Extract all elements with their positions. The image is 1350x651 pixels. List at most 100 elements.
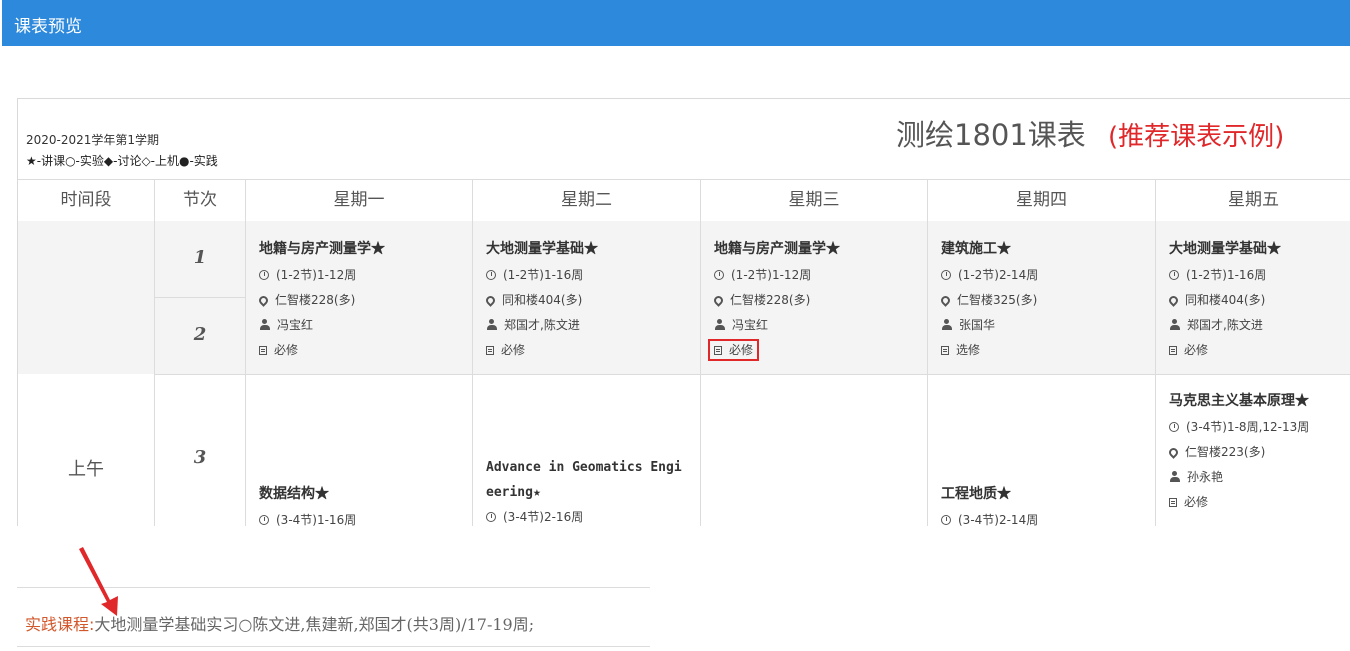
- window-title: 课表预览: [14, 17, 82, 37]
- course-time: (1-2节)1-12周: [276, 268, 357, 282]
- page-subtitle: (推荐课表示例): [1108, 122, 1285, 152]
- section-number: 2: [193, 324, 207, 345]
- course-name: 工程地质★: [941, 486, 1011, 502]
- user-icon: [941, 319, 952, 330]
- course-time: (3-4节)2-14周: [958, 513, 1039, 526]
- clock-icon: [941, 515, 951, 525]
- doc-icon: [1169, 498, 1177, 507]
- user-icon: [714, 319, 725, 330]
- col-header-fri: 星期五: [1228, 190, 1279, 210]
- divider: [155, 374, 1350, 375]
- course-room: 仁智楼228(多): [730, 293, 811, 307]
- course-time: (3-4节)1-8周,12-13周: [1186, 420, 1310, 434]
- clock-icon: [259, 515, 269, 525]
- course-type: 必修: [501, 343, 526, 357]
- course-room: 同和楼404(多): [1185, 293, 1266, 307]
- user-icon: [1169, 319, 1180, 330]
- term-label: 2020-2021学年第1学期: [26, 133, 160, 147]
- location-icon: [1167, 446, 1180, 459]
- course-name-line: eering★: [486, 485, 541, 500]
- course-card-tue-34[interactable]: Advance in Geomatics Engi eering★ (3-4节)2…: [486, 455, 682, 526]
- clock-icon: [941, 270, 951, 280]
- page-title: 测绘1801课表: [896, 118, 1086, 152]
- course-teacher: 孙永艳: [1187, 470, 1224, 484]
- course-type: 必修: [729, 343, 754, 357]
- course-name: 马克思主义基本原理★: [1169, 393, 1309, 409]
- course-card-fri-12[interactable]: 大地测量学基础★ (1-2节)1-16周 同和楼404(多) 郑国才,陈文进 必…: [1167, 238, 1281, 367]
- course-card-mon-12[interactable]: 地籍与房产测量学★ (1-2节)1-12周 仁智楼228(多) 冯宝红 必修: [257, 238, 385, 367]
- col-header-section: 节次: [155, 180, 246, 221]
- clock-icon: [1169, 270, 1179, 280]
- window-titlebar: 课表预览: [2, 0, 1350, 46]
- doc-icon: [941, 346, 949, 355]
- course-room: 仁智楼325(多): [957, 293, 1038, 307]
- course-card-mon-34[interactable]: 数据结构★ (3-4节)1-16周: [259, 483, 356, 526]
- col-header-period: 时间段: [18, 180, 155, 221]
- location-icon: [1167, 294, 1180, 307]
- course-teacher: 冯宝红: [277, 318, 314, 332]
- course-room: 同和楼404(多): [502, 293, 583, 307]
- course-teacher: 郑国才,陈文进: [1187, 318, 1263, 332]
- divider: [17, 646, 650, 647]
- location-icon: [939, 294, 952, 307]
- course-teacher: 郑国才,陈文进: [504, 318, 580, 332]
- course-time: (1-2节)2-14周: [958, 268, 1039, 282]
- location-icon: [257, 294, 270, 307]
- course-card-thu-12[interactable]: 建筑施工★ (1-2节)2-14周 仁智楼325(多) 张国华 选修: [939, 238, 1039, 367]
- col-header-tue: 星期二: [473, 180, 701, 221]
- course-room: 仁智楼223(多): [1185, 445, 1266, 459]
- course-card-wed-12[interactable]: 地籍与房产测量学★ (1-2节)1-12周 仁智楼228(多) 冯宝红 必修: [708, 238, 840, 367]
- course-name: 大地测量学基础★: [486, 241, 598, 257]
- user-icon: [1169, 471, 1180, 482]
- course-teacher: 冯宝红: [732, 318, 769, 332]
- clock-icon: [486, 270, 496, 280]
- section-number: 3: [193, 447, 207, 468]
- location-icon: [712, 294, 725, 307]
- divider: [17, 587, 650, 588]
- course-time: (1-2节)1-16周: [503, 268, 584, 282]
- clock-icon: [714, 270, 724, 280]
- divider: [155, 297, 245, 298]
- course-time: (1-2节)1-16周: [1186, 268, 1267, 282]
- doc-icon: [259, 346, 267, 355]
- col-header-thu: 星期四: [928, 180, 1156, 221]
- doc-icon: [486, 346, 494, 355]
- course-name: 建筑施工★: [941, 241, 1011, 257]
- col-header-wed: 星期三: [701, 180, 928, 221]
- course-name: 地籍与房产测量学★: [259, 241, 385, 257]
- clock-icon: [259, 270, 269, 280]
- course-type: 必修: [274, 343, 299, 357]
- course-time: (1-2节)1-12周: [731, 268, 812, 282]
- highlight-box: 必修: [708, 339, 760, 361]
- col-header-mon: 星期一: [246, 180, 473, 221]
- course-type: 必修: [1184, 343, 1209, 357]
- legend-text: ★-讲课○-实验◆-讨论◇-上机●-实践: [26, 154, 218, 168]
- course-teacher: 张国华: [959, 318, 996, 332]
- doc-icon: [714, 346, 722, 355]
- course-name: 地籍与房产测量学★: [714, 241, 840, 257]
- course-name-line: Advance in Geomatics Engi: [486, 460, 682, 475]
- course-type: 选修: [956, 343, 981, 357]
- course-time: (3-4节)2-16周: [503, 510, 584, 524]
- course-card-thu-34[interactable]: 工程地质★ (3-4节)2-14周: [941, 483, 1038, 526]
- course-name: Advance in Geomatics Engi eering★: [486, 455, 682, 505]
- period-label: 上午: [68, 459, 104, 480]
- practice-label: 实践课程:: [25, 615, 95, 634]
- course-type: 必修: [1184, 495, 1209, 509]
- timetable: 2020-2021学年第1学期 ★-讲课○-实验◆-讨论◇-上机●-实践 测绘1…: [17, 98, 1350, 526]
- clock-icon: [1169, 422, 1179, 432]
- course-room: 仁智楼228(多): [275, 293, 356, 307]
- practice-course-line: 实践课程:大地测量学基础实习○陈文进,焦建新,郑国才(共3周)/17-19周;: [25, 611, 534, 635]
- user-icon: [259, 319, 270, 330]
- course-card-fri-34[interactable]: 马克思主义基本原理★ (3-4节)1-8周,12-13周 仁智楼223(多) 孙…: [1167, 390, 1310, 519]
- course-card-tue-12[interactable]: 大地测量学基础★ (1-2节)1-16周 同和楼404(多) 郑国才,陈文进 必…: [484, 238, 598, 367]
- course-name: 数据结构★: [259, 486, 329, 502]
- practice-text: 大地测量学基础实习○陈文进,焦建新,郑国才(共3周)/17-19周;: [94, 615, 535, 634]
- doc-icon: [1169, 346, 1177, 355]
- section-number: 1: [193, 247, 207, 268]
- course-time: (3-4节)1-16周: [276, 513, 357, 526]
- user-icon: [486, 319, 497, 330]
- course-name: 大地测量学基础★: [1169, 241, 1281, 257]
- clock-icon: [486, 512, 496, 522]
- header-row: 时间段 节次 星期一 星期二 星期三 星期四 星期五: [18, 179, 1350, 222]
